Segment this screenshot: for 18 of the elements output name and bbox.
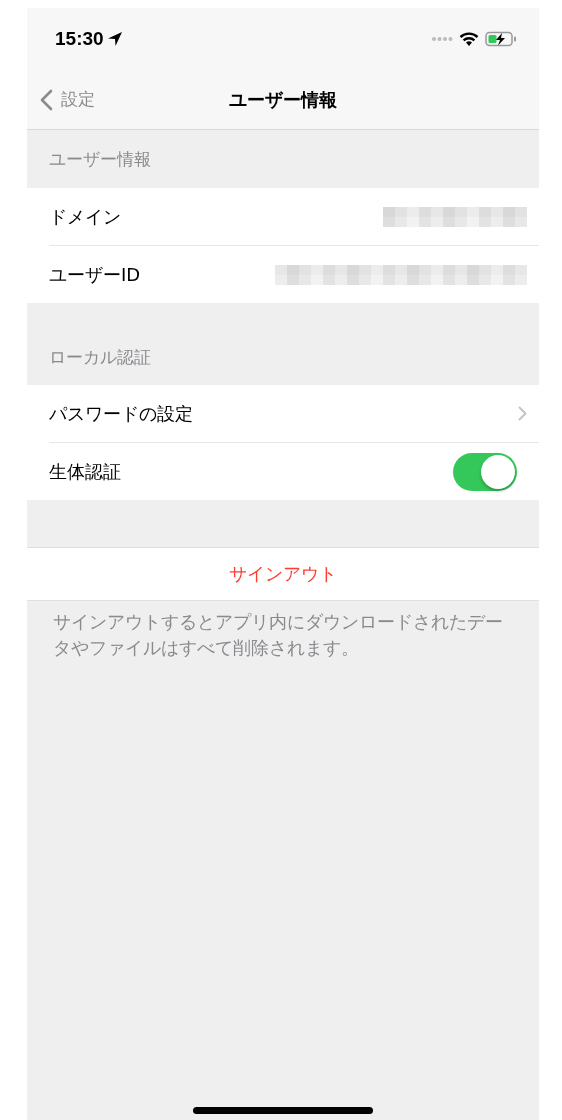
section-header: ユーザー情報 xyxy=(48,147,152,171)
row-label: 生体認証 xyxy=(49,459,121,484)
chevron-right-icon xyxy=(518,406,527,421)
clock-time: 15:30 xyxy=(55,28,104,50)
sign-out-button[interactable]: サインアウト xyxy=(27,547,539,601)
signal-dots-icon xyxy=(431,36,453,42)
location-arrow-icon xyxy=(106,31,123,47)
screen-title: ユーザー情報 xyxy=(229,87,337,112)
back-button[interactable]: 設定 xyxy=(27,88,95,111)
section-header: ローカル認証 xyxy=(48,345,152,369)
row-label: ドメイン xyxy=(49,204,121,229)
back-chevron-icon xyxy=(39,88,53,111)
row-label: ユーザーID xyxy=(49,262,141,287)
battery-charging-icon xyxy=(485,31,517,47)
settings-row[interactable]: パスワードの設定 xyxy=(49,385,539,443)
footer-note: サインアウトするとアプリ内にダウンロードされたデータやファイルはすべて削除されます。 xyxy=(52,610,504,660)
wifi-icon xyxy=(459,31,479,47)
toggle-switch[interactable] xyxy=(453,452,517,491)
